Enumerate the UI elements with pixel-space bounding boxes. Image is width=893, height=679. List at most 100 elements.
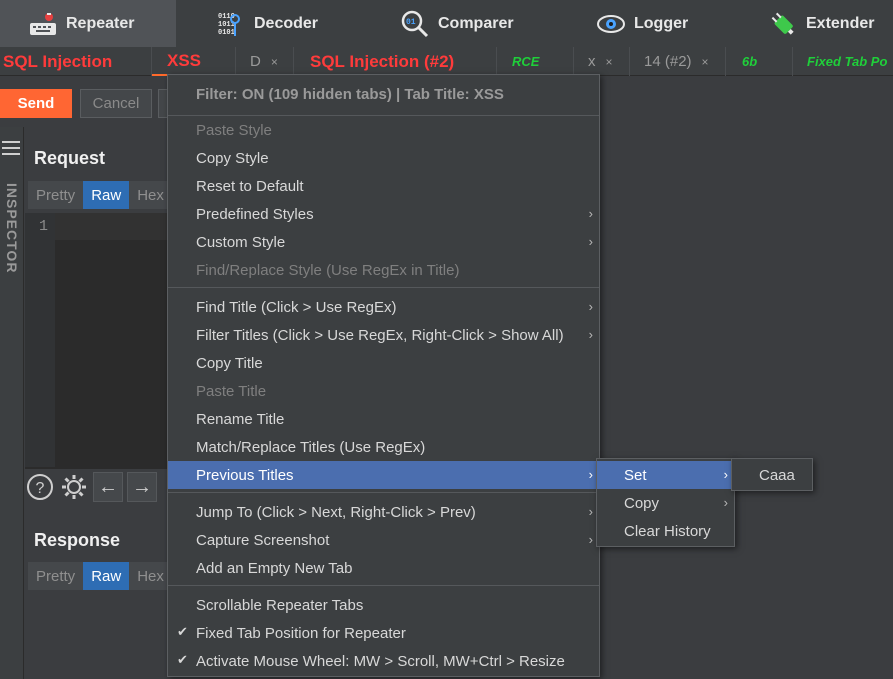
current-line	[55, 213, 168, 240]
chevron-right-icon: ›	[588, 532, 593, 547]
menu-item-filter-titles[interactable]: Filter Titles (Click > Use RegEx, Right-…	[168, 321, 599, 349]
menu-item-rename-title[interactable]: Rename Title	[168, 405, 599, 433]
repeater-tab-label: 14 (#2)	[644, 53, 692, 70]
chevron-right-icon: ›	[588, 467, 593, 482]
menu-item-mouse-wheel[interactable]: ✔ Activate Mouse Wheel: MW > Scroll, MW+C…	[168, 647, 599, 675]
svg-text:01: 01	[406, 18, 416, 27]
menu-header: Filter: ON (109 hidden tabs) | Tab Title…	[196, 85, 504, 103]
menu-item-paste-title[interactable]: Paste Title	[168, 377, 599, 405]
tab-decoder[interactable]: 0110 1011 0101 Decoder	[216, 0, 318, 47]
tab-hex[interactable]: Hex	[129, 562, 172, 590]
chevron-right-icon: ›	[588, 299, 593, 314]
cancel-button[interactable]: Cancel	[80, 89, 152, 118]
menu-item-label: Previous Titles	[196, 466, 294, 484]
repeater-tab[interactable]: D ×	[236, 47, 294, 76]
menu-item-find-title[interactable]: Find Title (Click > Use RegEx) ›	[168, 293, 599, 321]
tab-decoder-label: Decoder	[254, 14, 319, 32]
menu-item-title-history[interactable]: Caaa	[732, 461, 812, 489]
menu-item-capture-screenshot[interactable]: Capture Screenshot ›	[168, 526, 599, 554]
forward-glyph: →	[132, 475, 152, 498]
back-arrow-icon[interactable]: ←	[93, 472, 123, 502]
repeater-keyboard-icon	[28, 9, 58, 39]
menu-item-find-replace-style[interactable]: Find/Replace Style (Use RegEx in Title)	[168, 256, 599, 284]
tab-hex[interactable]: Hex	[129, 181, 172, 209]
repeater-tab[interactable]: x ×	[574, 47, 630, 76]
menu-item-copy-title[interactable]: Copy Title	[168, 349, 599, 377]
tab-comparer[interactable]: 01 Comparer	[400, 0, 514, 47]
comparer-magnifier-icon: 01	[400, 9, 430, 39]
close-icon[interactable]: ×	[606, 55, 613, 69]
svg-text:0101: 0101	[218, 29, 235, 37]
help-glyph: ?	[36, 480, 45, 497]
forward-arrow-icon[interactable]: →	[127, 472, 157, 502]
repeater-tab-label: RCE	[512, 54, 540, 69]
menu-item-match-replace-titles[interactable]: Match/Replace Titles (Use RegEx)	[168, 433, 599, 461]
checkmark-icon: ✔	[177, 624, 188, 639]
repeater-tab[interactable]: 14 (#2) ×	[630, 47, 726, 76]
tab-pretty[interactable]: Pretty	[28, 181, 84, 209]
menu-item-scrollable-tabs[interactable]: Scrollable Repeater Tabs	[168, 591, 599, 619]
chevron-right-icon: ›	[588, 234, 593, 249]
line-gutter: 1	[25, 213, 55, 467]
menu-item-label: Custom Style	[196, 233, 286, 251]
extender-plug-icon	[768, 9, 798, 39]
menu-item-predefined-styles[interactable]: Predefined Styles ›	[168, 200, 599, 228]
menu-item-previous-titles[interactable]: Previous Titles ›	[168, 461, 599, 489]
menu-item-label: Caaa	[759, 466, 795, 484]
menu-item-label: Filter Titles (Click > Use RegEx, Right-…	[196, 326, 564, 344]
top-toolbar: Repeater 0110 1011 0101 Decoder 01 Compare…	[0, 0, 893, 47]
chevron-right-icon: ›	[588, 504, 593, 519]
editor-toolbar: ? ← →	[25, 471, 157, 503]
menu-item-paste-style[interactable]: Paste Style	[168, 116, 599, 144]
repeater-tab-label: Fixed Tab Po	[807, 54, 888, 69]
menu-item-clear-history[interactable]: Clear History	[597, 517, 734, 545]
menu-item-add-empty-tab[interactable]: Add an Empty New Tab	[168, 554, 599, 582]
settings-gear-icon[interactable]	[59, 472, 89, 502]
menu-item-reset-default[interactable]: Reset to Default	[168, 172, 599, 200]
tab-context-menu: Filter: ON (109 hidden tabs) | Tab Title…	[167, 74, 600, 677]
repeater-tab-label: SQL Injection (#2)	[310, 51, 455, 71]
menu-item-jump-to[interactable]: Jump To (Click > Next, Right-Click > Pre…	[168, 498, 599, 526]
menu-item-label: Find Title (Click > Use RegEx)	[196, 298, 397, 316]
repeater-tab[interactable]: SQL Injection (#2)	[294, 47, 497, 76]
send-button[interactable]: Send	[0, 89, 72, 118]
menu-item-label: Add an Empty New Tab	[196, 559, 353, 577]
inspector-label: INSPECTOR	[4, 183, 20, 274]
menu-item-label: Rename Title	[196, 410, 285, 428]
previous-titles-submenu: Set › Copy › Clear History	[596, 458, 735, 547]
request-editor[interactable]: 1	[25, 213, 168, 469]
menu-item-copy[interactable]: Copy ›	[597, 489, 734, 517]
tab-raw[interactable]: Raw	[83, 181, 130, 209]
menu-separator	[168, 492, 599, 493]
help-icon[interactable]: ?	[25, 472, 55, 502]
response-view-tabs: Pretty Raw Hex	[28, 562, 172, 590]
repeater-tab[interactable]: RCE	[497, 47, 574, 76]
close-icon[interactable]: ×	[271, 55, 278, 69]
menu-item-fixed-tab-position[interactable]: ✔ Fixed Tab Position for Repeater	[168, 619, 599, 647]
menu-item-copy-style[interactable]: Copy Style	[168, 144, 599, 172]
checkmark-icon: ✔	[177, 652, 188, 667]
menu-item-label: Copy Title	[196, 354, 263, 372]
tab-pretty[interactable]: Pretty	[28, 562, 84, 590]
menu-item-label: Capture Screenshot	[196, 531, 330, 549]
inspector-sidebar[interactable]: INSPECTOR	[0, 127, 24, 679]
tab-repeater[interactable]: Repeater	[0, 0, 176, 47]
menu-item-label: Clear History	[624, 522, 711, 540]
repeater-tab[interactable]: Fixed Tab Po	[793, 47, 893, 76]
menu-item-set[interactable]: Set ›	[597, 461, 734, 489]
response-title: Response	[34, 530, 121, 550]
tab-logger[interactable]: Logger	[596, 0, 688, 47]
repeater-tab[interactable]: 6b	[726, 47, 793, 76]
tab-raw[interactable]: Raw	[83, 562, 130, 590]
repeater-tab-active[interactable]: XSS	[152, 47, 236, 76]
menu-item-label: Jump To (Click > Next, Right-Click > Pre…	[196, 503, 476, 521]
close-icon[interactable]: ×	[702, 55, 709, 69]
repeater-tab[interactable]: SQL Injection	[0, 47, 152, 76]
repeater-tab-label: D	[250, 53, 261, 70]
menu-item-label: Activate Mouse Wheel: MW > Scroll, MW+Ct…	[196, 652, 565, 670]
tab-extender[interactable]: Extender	[768, 0, 874, 47]
menu-item-label: Find/Replace Style (Use RegEx in Title)	[196, 261, 460, 279]
menu-item-custom-style[interactable]: Custom Style ›	[168, 228, 599, 256]
hamburger-menu-icon[interactable]	[2, 141, 20, 159]
decoder-binary-icon: 0110 1011 0101	[216, 9, 246, 39]
